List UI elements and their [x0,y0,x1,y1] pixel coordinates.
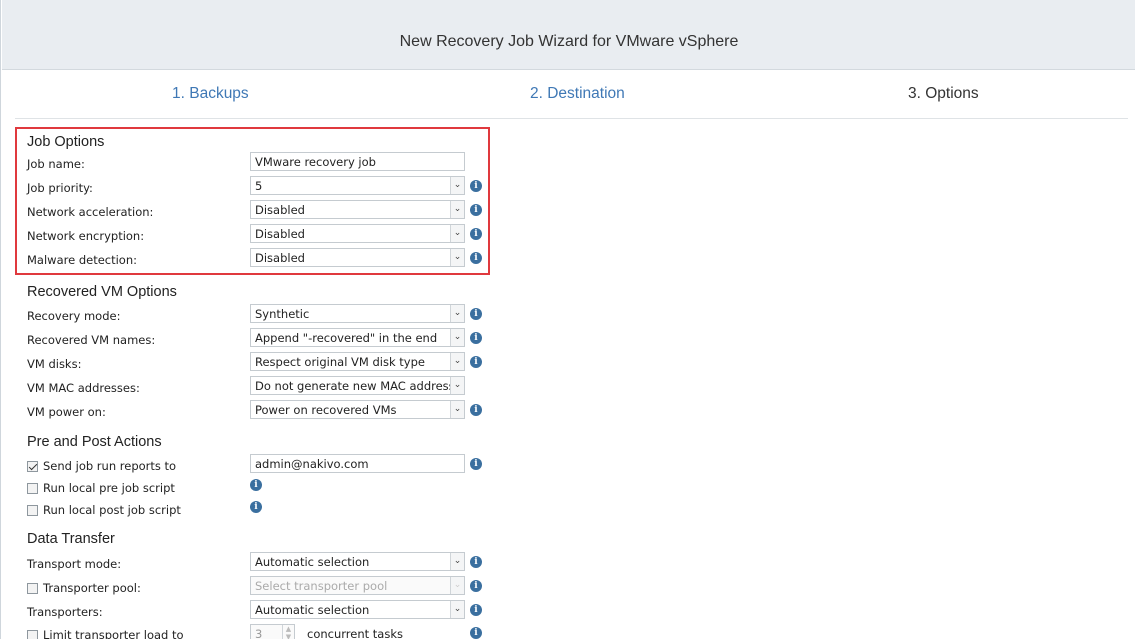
wizard-steps: 1. Backups 2. Destination 3. Options [1,70,1135,120]
chevron-down-icon[interactable]: ⌄ [450,401,464,418]
info-icon[interactable]: i [470,180,482,192]
info-icon[interactable]: i [470,252,482,264]
step-backups[interactable]: 1. Backups [172,85,249,103]
concurrent-tasks-label: concurrent tasks [307,627,403,639]
steps-divider [15,118,1128,119]
transporter-pool-label: Transporter pool: [43,581,141,595]
recovery-mode-label: Recovery mode: [27,309,121,323]
limit-load-input: 3 ▲ ▼ [250,624,295,639]
info-icon[interactable]: i [470,356,482,368]
step-options: 3. Options [908,85,979,102]
pre-post-actions-heading: Pre and Post Actions [27,434,162,450]
chevron-down-icon[interactable]: ⌄ [450,377,464,394]
chevron-down-icon[interactable]: ⌄ [450,601,464,618]
job-priority-label: Job priority: [27,181,93,195]
recovery-mode-value: Synthetic [255,307,310,321]
transport-mode-label: Transport mode: [27,557,122,571]
pre-script-checkbox[interactable] [27,483,38,494]
transporter-pool-select: Select transporter pool ⌄ [250,576,465,595]
vm-mac-addresses-label: VM MAC addresses: [27,381,140,395]
transport-mode-value: Automatic selection [255,555,370,569]
malware-detection-label: Malware detection: [27,253,138,267]
info-icon[interactable]: i [470,556,482,568]
info-icon[interactable]: i [250,501,262,513]
info-icon[interactable]: i [470,580,482,592]
chevron-down-icon[interactable]: ⌄ [450,201,464,218]
vm-power-on-select[interactable]: Power on recovered VMs ⌄ [250,400,465,419]
limit-load-checkbox[interactable] [27,630,38,639]
chevron-down-icon[interactable]: ⌄ [450,225,464,242]
transporter-pool-checkbox[interactable] [27,583,38,594]
recovered-vm-names-select[interactable]: Append "-recovered" in the end ⌄ [250,328,465,347]
vm-mac-addresses-select[interactable]: Do not generate new MAC addresses ⌄ [250,376,465,395]
malware-detection-select[interactable]: Disabled ⌄ [250,248,465,267]
vm-disks-label: VM disks: [27,357,82,371]
chevron-down-icon[interactable]: ⌄ [450,305,464,322]
report-email-input[interactable]: admin@nakivo.com [250,454,465,473]
network-acceleration-value: Disabled [255,203,305,217]
wizard-title: New Recovery Job Wizard for VMware vSphe… [399,33,739,50]
recovered-vm-options-heading: Recovered VM Options [27,284,177,300]
info-icon[interactable]: i [470,458,482,470]
limit-load-label: Limit transporter load to [43,628,184,639]
malware-detection-value: Disabled [255,251,305,265]
job-options-heading: Job Options [27,134,105,150]
post-script-checkbox[interactable] [27,505,38,516]
transporters-value: Automatic selection [255,603,370,617]
info-icon[interactable]: i [250,479,262,491]
transporter-pool-row: Transporter pool: [27,581,141,595]
step-destination[interactable]: 2. Destination [530,85,625,103]
chevron-down-icon: ⌄ [450,577,464,594]
vm-power-on-label: VM power on: [27,405,106,419]
info-icon[interactable]: i [470,604,482,616]
info-icon[interactable]: i [470,204,482,216]
network-encryption-label: Network encryption: [27,229,145,243]
transporters-label: Transporters: [27,605,103,619]
job-name-label: Job name: [27,157,85,171]
chevron-down-icon[interactable]: ⌄ [450,249,464,266]
wizard-header: New Recovery Job Wizard for VMware vSphe… [2,0,1135,70]
recovery-mode-select[interactable]: Synthetic ⌄ [250,304,465,323]
network-acceleration-label: Network acceleration: [27,205,154,219]
pre-script-row: Run local pre job script [27,481,175,495]
info-icon[interactable]: i [470,332,482,344]
send-reports-checkbox[interactable] [27,461,38,472]
vm-mac-addresses-value: Do not generate new MAC addresses [255,379,465,393]
chevron-down-icon[interactable]: ⌄ [450,177,464,194]
send-reports-row: Send job run reports to [27,459,176,473]
job-priority-value: 5 [255,179,263,193]
network-acceleration-select[interactable]: Disabled ⌄ [250,200,465,219]
transporters-select[interactable]: Automatic selection ⌄ [250,600,465,619]
send-reports-label: Send job run reports to [43,459,177,473]
chevron-down-icon[interactable]: ⌄ [450,553,464,570]
vm-disks-value: Respect original VM disk type [255,355,425,369]
post-script-row: Run local post job script [27,503,181,517]
limit-load-row: Limit transporter load to [27,628,184,639]
pre-script-label: Run local pre job script [43,481,175,495]
vm-power-on-value: Power on recovered VMs [255,403,397,417]
recovered-vm-names-value: Append "-recovered" in the end [255,331,438,345]
job-name-input[interactable]: VMware recovery job [250,152,465,171]
network-encryption-value: Disabled [255,227,305,241]
limit-load-value: 3 [255,627,263,639]
transporter-pool-placeholder: Select transporter pool [255,579,388,593]
chevron-down-icon[interactable]: ⌄ [450,353,464,370]
recovered-vm-names-label: Recovered VM names: [27,333,156,347]
info-icon[interactable]: i [470,404,482,416]
info-icon[interactable]: i [470,308,482,320]
vm-disks-select[interactable]: Respect original VM disk type ⌄ [250,352,465,371]
info-icon[interactable]: i [470,228,482,240]
spinner-arrows-icon: ▲ ▼ [282,625,294,639]
info-icon[interactable]: i [470,627,482,639]
job-priority-select[interactable]: 5 ⌄ [250,176,465,195]
network-encryption-select[interactable]: Disabled ⌄ [250,224,465,243]
post-script-label: Run local post job script [43,503,181,517]
wizard-window: New Recovery Job Wizard for VMware vSphe… [0,0,1135,639]
chevron-down-icon[interactable]: ⌄ [450,329,464,346]
transport-mode-select[interactable]: Automatic selection ⌄ [250,552,465,571]
data-transfer-heading: Data Transfer [27,531,115,547]
